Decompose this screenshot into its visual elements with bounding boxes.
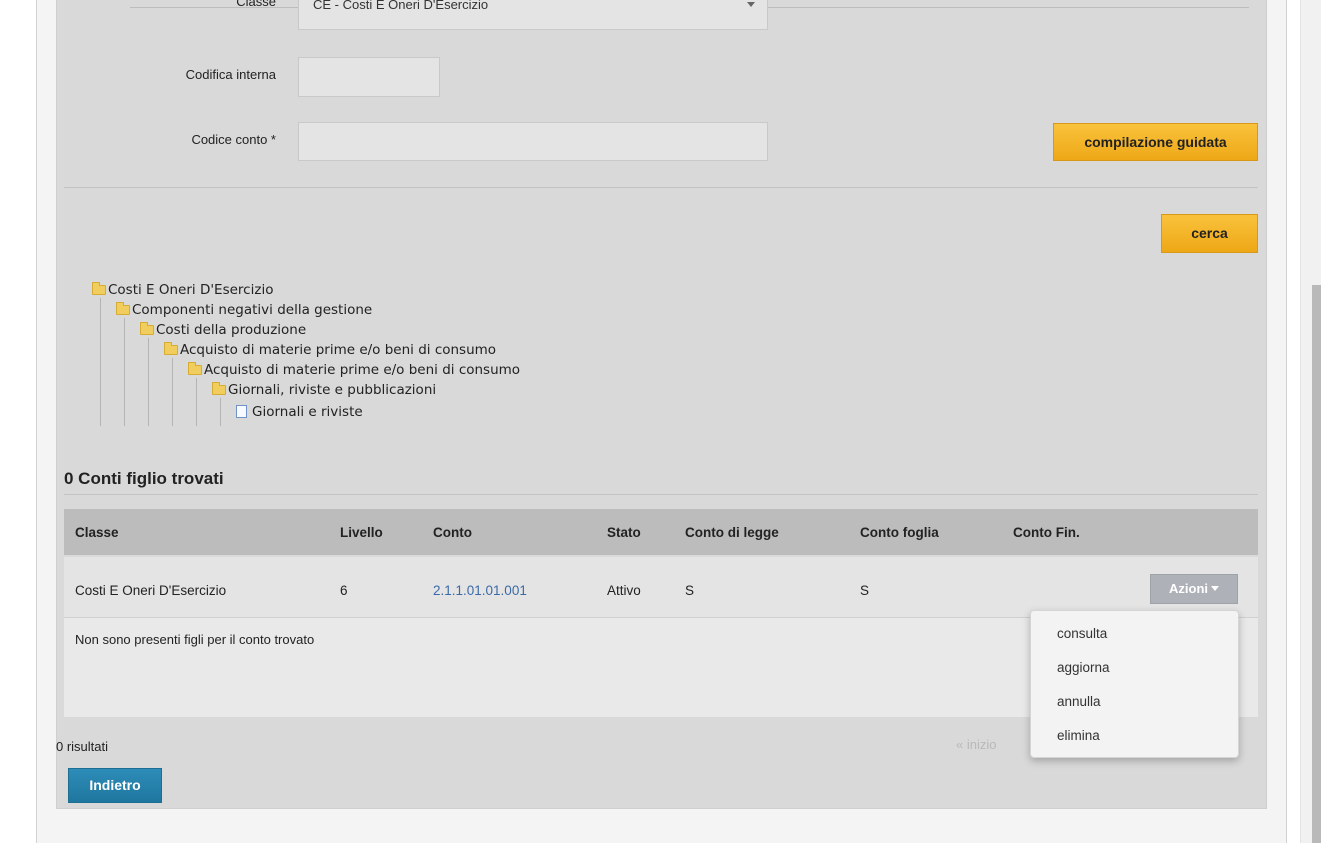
codifica-interna-input[interactable]	[298, 57, 440, 97]
file-icon	[236, 405, 247, 418]
results-count: 0 risultati	[56, 739, 109, 754]
column-header[interactable]: Conto Fin.	[1013, 525, 1080, 540]
cell-conto-di-legge: S	[685, 583, 695, 598]
codifica-interna-label: Codifica interna	[185, 67, 276, 82]
codice-conto-input[interactable]	[298, 122, 768, 161]
scrollbar-thumb[interactable]	[1312, 285, 1321, 843]
table-row: Costi E Oneri D'Esercizio 6 2.1.1.01.01.…	[64, 557, 1258, 617]
menu-item-elimina[interactable]: elimina	[1057, 728, 1100, 743]
classe-select-value: CE - Costi E Oneri D'Esercizio	[313, 0, 489, 12]
menu-item-consulta[interactable]: consulta	[1057, 626, 1107, 641]
classe-select[interactable]: CE - Costi E Oneri D'Esercizio	[298, 0, 768, 30]
pager-first-link[interactable]: « inizio	[956, 737, 996, 752]
menu-item-annulla[interactable]: annulla	[1057, 694, 1101, 709]
azioni-label: Azioni	[1169, 581, 1208, 596]
tree-node-label: Giornali, riviste e pubblicazioni	[228, 382, 437, 398]
tree-node[interactable]: Acquisto di materie prime e/o beni di co…	[164, 340, 496, 360]
tree-guide-line	[220, 398, 221, 426]
menu-item-aggiorna[interactable]: aggiorna	[1057, 660, 1110, 675]
folder-icon	[188, 362, 202, 375]
results-title: 0 Conti figlio trovati	[64, 469, 224, 488]
cell-livello: 6	[340, 583, 348, 598]
tree-guide-line	[124, 318, 125, 426]
tree-guide-line	[172, 358, 173, 426]
column-header[interactable]: Stato	[607, 525, 641, 540]
tree-node-label: Acquisto di materie prime e/o beni di co…	[180, 342, 497, 358]
azioni-button[interactable]: Azioni	[1150, 574, 1238, 604]
tree-guide-line	[148, 338, 149, 426]
folder-icon	[92, 282, 106, 295]
indietro-button[interactable]: Indietro	[68, 768, 162, 803]
cell-stato: Attivo	[607, 583, 641, 598]
cerca-button[interactable]: cerca	[1161, 214, 1258, 253]
folder-icon	[212, 382, 226, 395]
caret-down-icon	[1211, 586, 1219, 591]
column-header[interactable]: Conto foglia	[860, 525, 939, 540]
form-divider	[64, 187, 1258, 188]
tree-node-label: Componenti negativi della gestione	[132, 302, 373, 318]
cell-conto-link[interactable]: 2.1.1.01.01.001	[433, 583, 527, 598]
azioni-dropdown-menu: consulta aggiorna annulla elimina	[1030, 610, 1239, 758]
compilazione-guidata-button[interactable]: compilazione guidata	[1053, 123, 1258, 161]
tree-node[interactable]: Costi E Oneri D'Esercizio	[92, 280, 273, 300]
column-header[interactable]: Livello	[340, 525, 383, 540]
classe-label: Classe	[236, 0, 276, 9]
table-header: Classe Livello Conto Stato Conto di legg…	[64, 509, 1258, 555]
empty-message: Non sono presenti figli per il conto tro…	[75, 632, 315, 647]
tree-node-label: Acquisto di materie prime e/o beni di co…	[204, 362, 521, 378]
folder-icon	[164, 342, 178, 355]
tree-node[interactable]: Componenti negativi della gestione	[116, 300, 372, 320]
folder-icon	[116, 302, 130, 315]
tree-node[interactable]: Acquisto di materie prime e/o beni di co…	[188, 360, 520, 380]
tree-node-label: Costi E Oneri D'Esercizio	[108, 282, 274, 298]
column-header[interactable]: Classe	[75, 525, 119, 540]
column-header[interactable]: Conto di legge	[685, 525, 779, 540]
column-header[interactable]: Conto	[433, 525, 472, 540]
tree-node-label: Costi della produzione	[156, 322, 307, 338]
folder-icon	[140, 322, 154, 335]
chevron-down-icon	[747, 2, 755, 7]
cell-conto-foglia: S	[860, 583, 870, 598]
tree-guide-line	[100, 298, 101, 426]
tree-node[interactable]: Giornali, riviste e pubblicazioni	[212, 380, 436, 400]
tree-guide-line	[196, 378, 197, 426]
cell-classe: Costi E Oneri D'Esercizio	[75, 583, 227, 598]
tree-node-label: Giornali e riviste	[252, 404, 363, 420]
results-divider	[64, 494, 1258, 495]
codice-conto-label: Codice conto *	[191, 132, 276, 147]
tree-node[interactable]: Costi della produzione	[140, 320, 306, 340]
tree-node[interactable]: Giornali e riviste	[236, 402, 363, 422]
